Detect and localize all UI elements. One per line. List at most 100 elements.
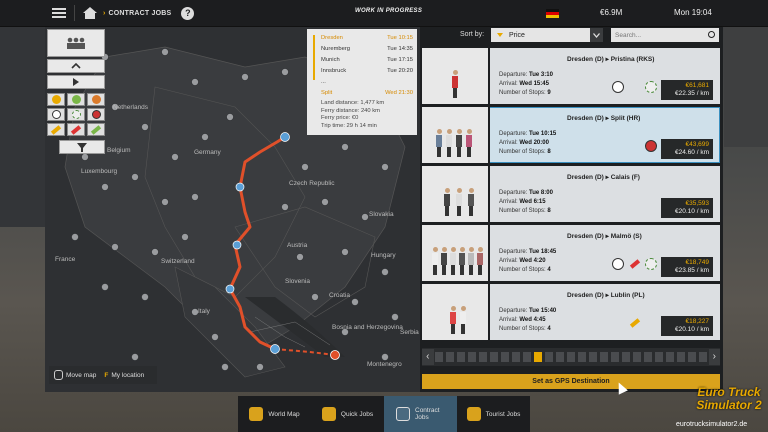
- sort-value: Price: [509, 31, 525, 39]
- filter-fragile-button[interactable]: [67, 123, 85, 136]
- bronze-medal-icon: [51, 95, 61, 104]
- job-stops: Number of Stops: 8: [499, 208, 551, 214]
- map-label-netherlands: Netherlands: [113, 104, 149, 111]
- job-row[interactable]: Dresden (D) ▸ Malmö (S) Departure: Tue 1…: [422, 225, 720, 281]
- chevron-left-icon[interactable]: ‹: [422, 349, 434, 365]
- map-label-hungary: Hungary: [371, 252, 396, 259]
- current-page-marker[interactable]: [534, 352, 542, 362]
- job-arrival: Arrival: Wed 15:45: [499, 81, 549, 87]
- search-input[interactable]: [611, 28, 719, 42]
- chevron-up-icon: [71, 63, 81, 69]
- map-label-croatia: Croatia: [329, 292, 350, 299]
- tab-contract-jobs[interactable]: Contract Jobs: [384, 396, 457, 432]
- filter-clock-button[interactable]: [47, 108, 65, 121]
- bottom-tab-bar: World Map Quick Jobs Contract Jobs Touri…: [238, 396, 530, 432]
- filter-green-button[interactable]: [67, 93, 85, 106]
- job-row[interactable]: Dresden (D) ▸ Pristina (RKS) Departure: …: [422, 48, 720, 104]
- filter-fuel-button[interactable]: [47, 123, 65, 136]
- stop-city: ...: [321, 78, 326, 85]
- garage-wall-right: [724, 27, 768, 147]
- search-icon: [708, 31, 715, 38]
- map-label-luxembourg: Luxembourg: [81, 168, 118, 175]
- route-progress-bar: [313, 35, 315, 80]
- clock-icon: [612, 258, 624, 270]
- job-row[interactable]: Dresden (D) ▸ Calais (F) Departure: Tue …: [422, 166, 720, 222]
- map-label-serbia: Serbia: [400, 329, 419, 336]
- stop-city: Munich: [321, 56, 340, 63]
- set-gps-button[interactable]: Set as GPS Destination: [422, 374, 720, 389]
- help-button[interactable]: ?: [181, 6, 195, 20]
- tab-label: Contract Jobs: [415, 407, 440, 421]
- sort-direction-icon: [497, 33, 503, 37]
- cargo-thumbnail: [422, 107, 490, 163]
- sort-dropdown[interactable]: Price: [491, 28, 603, 42]
- tab-label: Quick Jobs: [340, 410, 374, 418]
- play-icon: [73, 78, 79, 86]
- job-arrival: Arrival: Wed 4:20: [499, 258, 546, 264]
- map-label-germany: Germany: [194, 149, 221, 156]
- fragile-icon: [70, 124, 82, 135]
- job-departure: Departure: Tue 18:45: [499, 249, 557, 255]
- map-label-slovakia: Slovakia: [369, 211, 394, 218]
- filter-wheel-button[interactable]: [67, 108, 85, 121]
- stop-time: Tue 17:15: [387, 56, 413, 63]
- map-label-montenegro: Montenegro: [367, 361, 402, 368]
- tab-tourist-jobs[interactable]: Tourist Jobs: [457, 396, 530, 432]
- job-departure: Departure: Tue 8:00: [499, 190, 553, 196]
- chevron-down-icon[interactable]: [590, 28, 603, 42]
- wheel-icon: [645, 258, 657, 270]
- money-balance: €6.9M: [600, 8, 623, 17]
- funnel-icon: [77, 142, 87, 152]
- job-row-selected[interactable]: Dresden (D) ▸ Split (HR) Departure: Tue …: [422, 107, 720, 163]
- play-button[interactable]: [47, 75, 105, 89]
- cargo-thumbnail: [422, 166, 490, 222]
- camera-icon: [466, 407, 481, 421]
- filter-funnel-button[interactable]: [59, 140, 105, 154]
- route-stop: Split Wed 21:30: [321, 87, 413, 98]
- group-filter-button[interactable]: [47, 29, 105, 57]
- german-flag-icon[interactable]: [546, 9, 559, 18]
- stop-city: Innsbruck: [321, 67, 347, 74]
- trip-time: Trip time: 29 h 14 min: [321, 122, 377, 129]
- menu-icon[interactable]: [52, 8, 66, 18]
- fragile-icon: [629, 258, 641, 270]
- move-map-hint: Move map: [66, 371, 97, 379]
- star-icon: [645, 140, 657, 152]
- filter-gold-button[interactable]: [47, 93, 65, 106]
- job-route: Dresden (D) ▸ Pristina (RKS): [567, 56, 655, 63]
- filter-special-button[interactable]: [87, 123, 105, 136]
- zoom-in-button[interactable]: [47, 59, 105, 73]
- ferry-distance: Ferry distance: 240 km: [321, 107, 380, 114]
- job-arrival: Arrival: Wed 6:15: [499, 199, 546, 205]
- my-location-hint: My location: [111, 371, 145, 379]
- chevron-right-icon[interactable]: ›: [708, 349, 720, 365]
- stop-time: Tue 20:20: [387, 67, 413, 74]
- map-label-italy: Italy: [198, 308, 210, 315]
- job-departure: Departure: Tue 3:10: [499, 72, 553, 78]
- wheel-icon: [71, 110, 81, 119]
- mouse-icon: [54, 370, 63, 380]
- tab-quick-jobs[interactable]: Quick Jobs: [311, 396, 384, 432]
- cargo-thumbnail: [422, 284, 490, 340]
- route-stop: Nuremberg Tue 14:35: [321, 43, 413, 54]
- job-route: Dresden (D) ▸ Split (HR): [567, 115, 641, 122]
- home-icon[interactable]: [83, 7, 97, 19]
- job-departure: Departure: Tue 10:15: [499, 131, 557, 137]
- job-row[interactable]: Dresden (D) ▸ Lublin (PL) Departure: Tue…: [422, 284, 720, 340]
- stop-city: Split: [321, 89, 333, 96]
- stop-time: Wed 21:30: [385, 89, 413, 96]
- clipboard-icon: [396, 407, 410, 421]
- job-arrival: Arrival: Wed 4:45: [499, 317, 546, 323]
- filter-orange-button[interactable]: [87, 93, 105, 106]
- garage-wall-left: [0, 27, 45, 227]
- filter-star-button[interactable]: [87, 108, 105, 121]
- job-pager: ‹ ›: [422, 348, 720, 366]
- job-route: Dresden (D) ▸ Calais (F): [567, 174, 640, 181]
- map-label-austria: Austria: [287, 242, 308, 249]
- tab-world-map[interactable]: World Map: [238, 396, 311, 432]
- tab-label: World Map: [268, 410, 300, 418]
- fuel-icon: [629, 317, 641, 329]
- route-stop: ...: [321, 76, 413, 87]
- wheel-icon: [645, 81, 657, 93]
- sort-label: Sort by:: [460, 31, 485, 38]
